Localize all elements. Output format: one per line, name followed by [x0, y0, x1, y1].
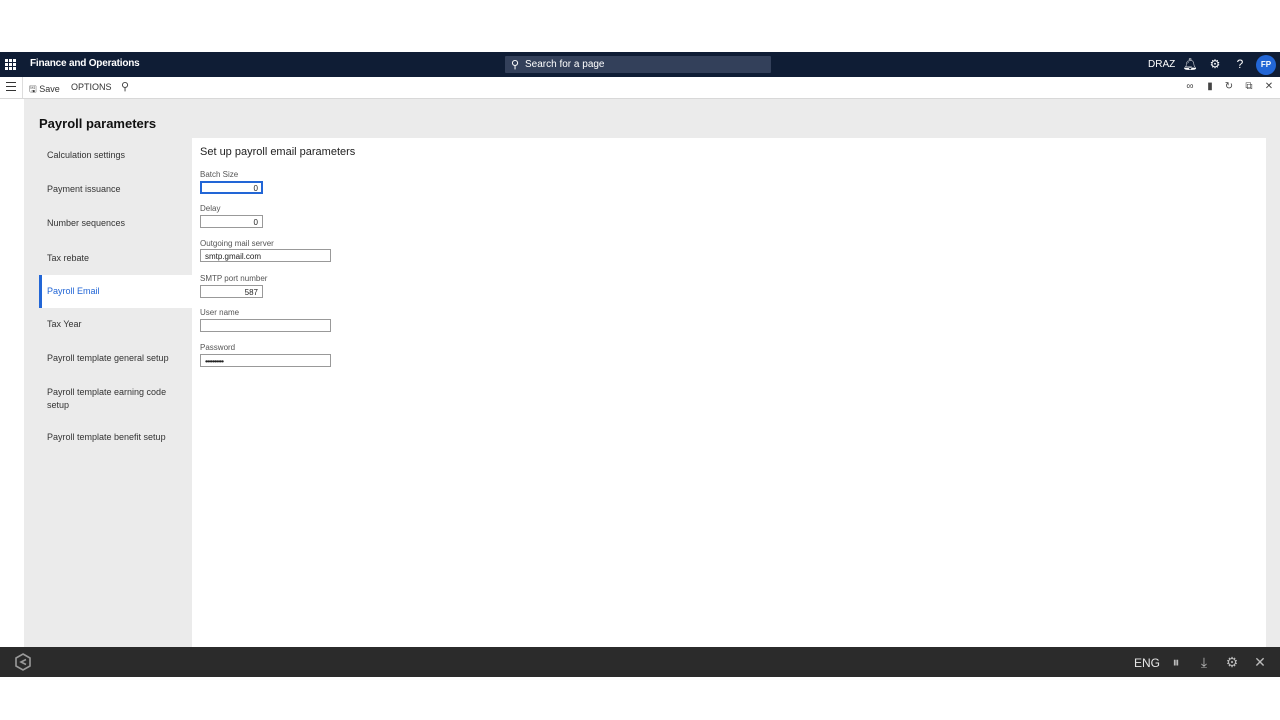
nav-item-payroll-template-benefit-setup[interactable]: Payroll template benefit setup: [39, 431, 192, 444]
smtp-port-label: SMTP port number: [200, 274, 268, 283]
taskbar: ENG ⏸︎ ⤓ ⚙ ✕: [0, 647, 1280, 677]
top-navbar: Finance and Operations ⚲ Search for a pa…: [0, 52, 1280, 77]
hamburger-icon[interactable]: [6, 82, 16, 92]
close-icon[interactable]: ✕: [1252, 654, 1268, 671]
company-picker[interactable]: DRAZ: [1148, 59, 1175, 70]
nav-item-payment-issuance[interactable]: Payment issuance: [39, 183, 192, 196]
settings-icon[interactable]: ⚙: [1224, 654, 1240, 671]
avatar[interactable]: FP: [1256, 55, 1276, 75]
action-search-icon[interactable]: ⚲: [121, 80, 129, 93]
username-field[interactable]: [200, 319, 331, 332]
gear-icon[interactable]: ⚙: [1207, 56, 1223, 72]
help-icon[interactable]: ?: [1232, 56, 1248, 72]
delay-label: Delay: [200, 204, 221, 213]
page-search-placeholder: Search for a page: [525, 59, 605, 70]
link-icon[interactable]: ∞: [1183, 81, 1197, 92]
save-button-label: Save: [39, 84, 60, 94]
action-pane: 🖫︎ Save OPTIONS ⚲ ∞ ▮ ↻ ⧉ ✕: [0, 77, 1280, 99]
app-title[interactable]: Finance and Operations: [30, 58, 140, 69]
save-icon: 🖫︎: [29, 84, 37, 94]
language-indicator[interactable]: ENG: [1134, 656, 1160, 670]
nav-item-payroll-email[interactable]: Payroll Email: [39, 275, 192, 308]
close-icon[interactable]: ✕: [1262, 81, 1276, 92]
mail-server-label: Outgoing mail server: [200, 239, 274, 248]
app-logo-icon[interactable]: [14, 653, 32, 671]
mail-server-field[interactable]: smtp.gmail.com: [200, 249, 331, 262]
bell-icon[interactable]: 🔔︎: [1182, 56, 1198, 72]
popout-icon[interactable]: ⧉: [1242, 81, 1256, 92]
action-pane-divider: [22, 77, 23, 98]
parameters-nav: Calculation settings Payment issuance Nu…: [39, 137, 192, 647]
nav-item-tax-rebate[interactable]: Tax rebate: [39, 252, 192, 265]
download-icon[interactable]: ⤓: [1196, 654, 1212, 671]
page-title: Payroll parameters: [39, 116, 157, 131]
nav-item-tax-year[interactable]: Tax Year: [39, 318, 192, 331]
batch-size-label: Batch Size: [200, 170, 239, 179]
payroll-email-panel: Set up payroll email parameters Batch Si…: [192, 138, 1266, 647]
save-button[interactable]: 🖫︎ Save: [29, 82, 60, 98]
pause-icon[interactable]: ⏸︎: [1168, 654, 1184, 671]
refresh-icon[interactable]: ↻: [1222, 81, 1236, 92]
batch-size-field[interactable]: 0: [200, 181, 263, 194]
nav-item-calculation-settings[interactable]: Calculation settings: [39, 149, 192, 162]
nav-item-payroll-template-earning-code-setup[interactable]: Payroll template earning code setup: [39, 386, 179, 412]
nav-item-number-sequences[interactable]: Number sequences: [39, 217, 192, 230]
search-icon: ⚲: [511, 59, 520, 71]
waffle-icon[interactable]: [5, 59, 16, 70]
page-search-box[interactable]: ⚲ Search for a page: [505, 56, 771, 73]
delay-field[interactable]: 0: [200, 215, 263, 228]
workspace: Payroll parameters Calculation settings …: [24, 99, 1280, 647]
username-label: User name: [200, 308, 240, 317]
password-label: Password: [200, 343, 236, 352]
section-title: Set up payroll email parameters: [200, 146, 356, 158]
password-field[interactable]: ••••••••••: [200, 354, 331, 367]
options-tab[interactable]: OPTIONS: [71, 82, 112, 92]
smtp-port-field[interactable]: 587: [200, 285, 263, 298]
office-icon[interactable]: ▮: [1203, 81, 1217, 92]
nav-item-payroll-template-general-setup[interactable]: Payroll template general setup: [39, 352, 192, 365]
